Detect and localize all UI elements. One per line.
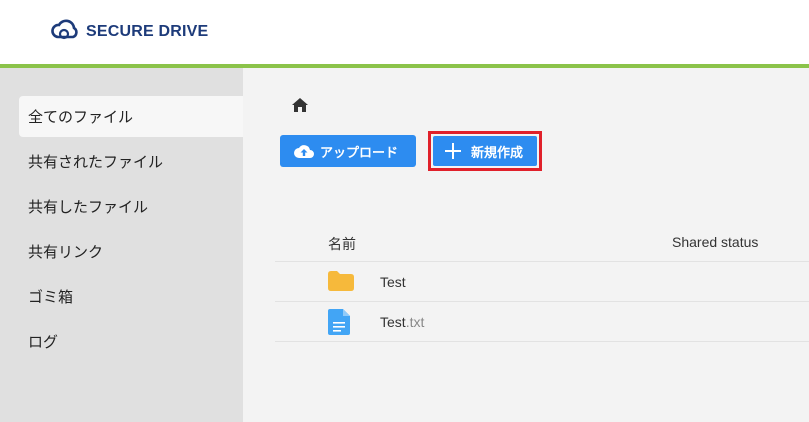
sidebar-item-trash[interactable]: ゴミ箱 <box>19 276 243 317</box>
file-name[interactable]: Test <box>380 274 406 290</box>
plus-icon <box>445 143 461 159</box>
main-content: アップロード 新規作成 名前 Shared status Test Test.t… <box>243 68 809 422</box>
sidebar-item-shared-with-me[interactable]: 共有されたファイル <box>19 141 243 182</box>
file-name[interactable]: Test.txt <box>380 314 424 330</box>
cloud-logo-icon <box>51 19 78 40</box>
sidebar-item-shared-links[interactable]: 共有リンク <box>19 231 243 272</box>
folder-icon <box>328 271 354 291</box>
table-row[interactable]: Test <box>275 262 809 302</box>
sidebar-item-label: 共有したファイル <box>28 198 149 216</box>
home-icon[interactable] <box>292 98 308 112</box>
document-icon <box>328 309 350 335</box>
upload-button[interactable]: アップロード <box>280 135 416 167</box>
sidebar-item-shared-by-me[interactable]: 共有したファイル <box>19 186 243 227</box>
logo[interactable]: SECURE DRIVE <box>50 19 208 45</box>
sidebar-item-all-files[interactable]: 全てのファイル <box>19 96 243 137</box>
new-button-label: 新規作成 <box>471 145 524 161</box>
app-header: SECURE DRIVE <box>0 0 809 64</box>
file-name-base: Test <box>380 274 406 290</box>
upload-button-label: アップロード <box>320 145 399 161</box>
new-button[interactable]: 新規作成 <box>433 136 537 166</box>
new-button-highlight: 新規作成 <box>428 131 542 171</box>
table-row[interactable]: Test.txt <box>275 302 809 342</box>
table-header: 名前 Shared status <box>275 227 809 262</box>
sidebar-item-label: ゴミ箱 <box>28 288 74 306</box>
sidebar-item-label: 全てのファイル <box>28 108 134 126</box>
file-extension: .txt <box>405 314 425 330</box>
sidebar-item-log[interactable]: ログ <box>19 321 243 362</box>
cloud-upload-icon <box>294 145 314 158</box>
sidebar-item-label: ログ <box>28 333 59 351</box>
sidebar-item-label: 共有されたファイル <box>28 153 164 171</box>
brand-name: SECURE DRIVE <box>86 23 209 40</box>
file-name-base: Test <box>380 314 406 330</box>
sidebar: 全てのファイル 共有されたファイル 共有したファイル 共有リンク ゴミ箱 ログ <box>0 68 243 422</box>
column-header-name[interactable]: 名前 <box>328 234 356 254</box>
sidebar-item-label: 共有リンク <box>28 243 104 261</box>
column-header-shared-status[interactable]: Shared status <box>672 234 758 250</box>
